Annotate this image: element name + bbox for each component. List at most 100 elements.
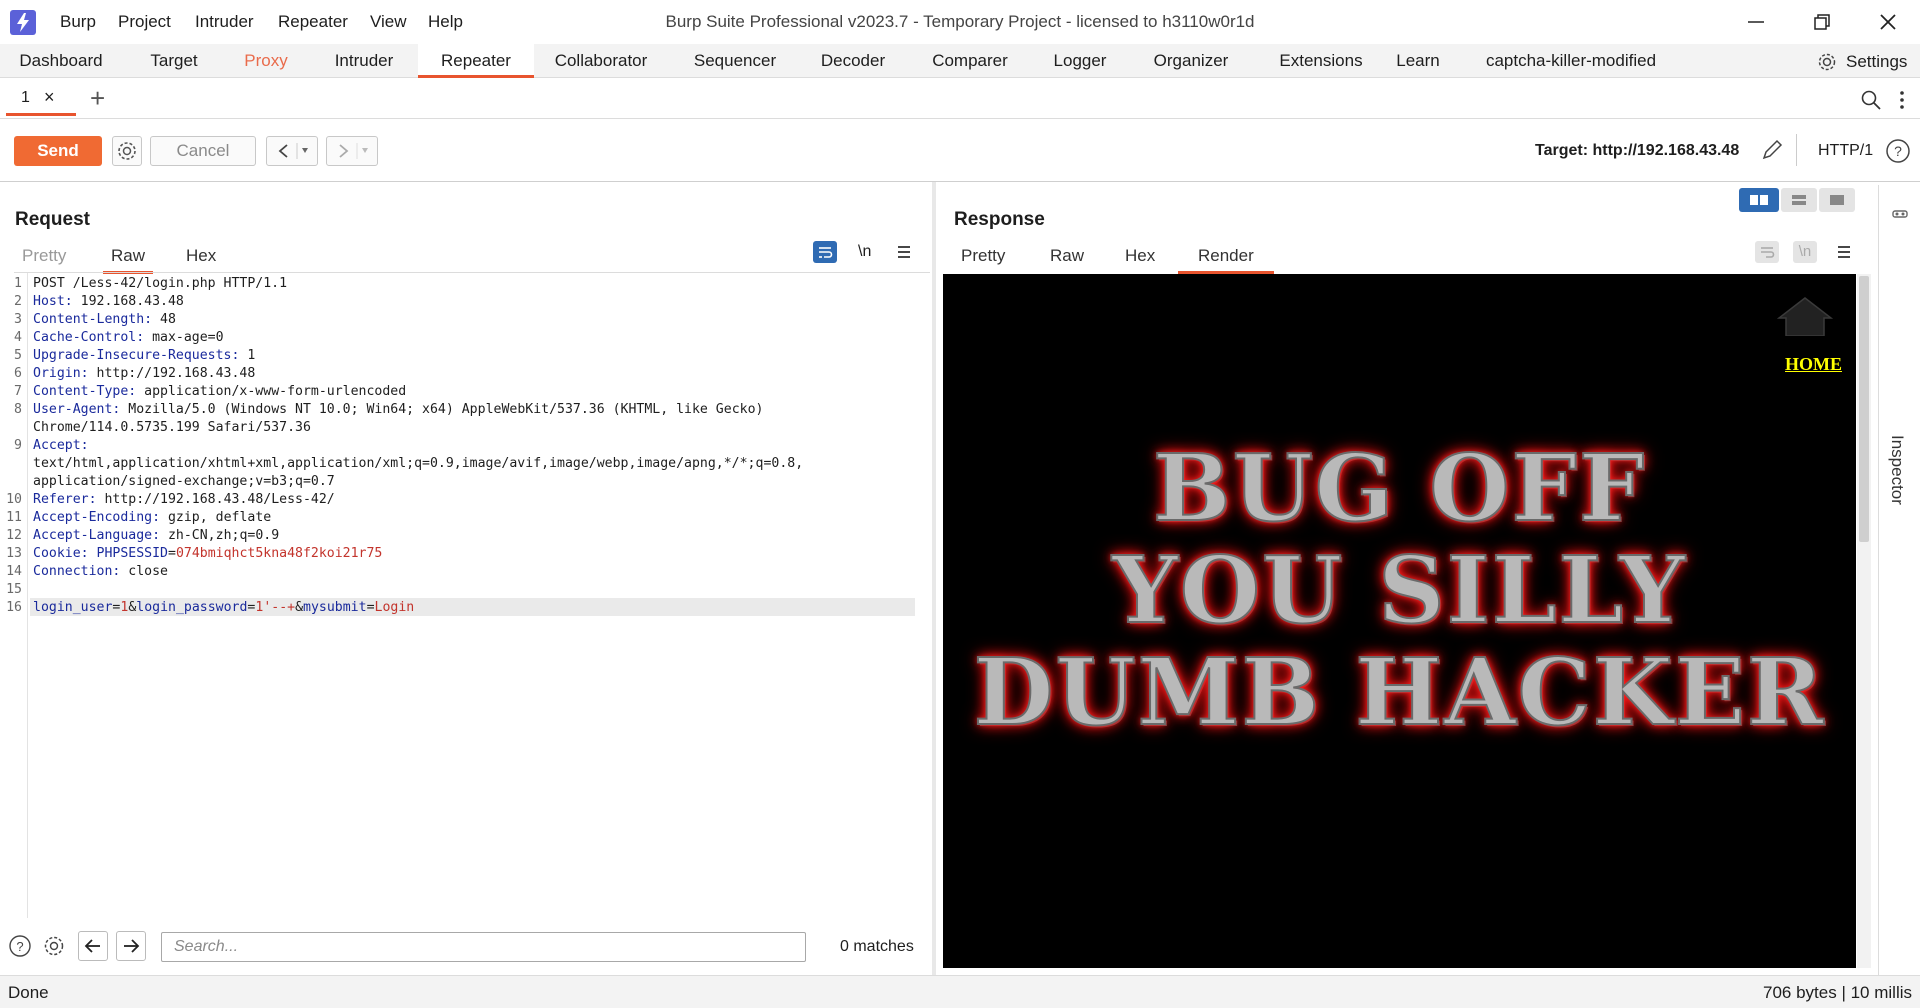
request-tab-hex[interactable]: Hex <box>186 246 216 266</box>
tab-decoder[interactable]: Decoder <box>812 44 894 78</box>
response-wrap-lines-icon[interactable] <box>1755 241 1779 263</box>
cancel-button[interactable]: Cancel <box>150 136 256 166</box>
newline-toggle[interactable]: \n <box>858 243 871 261</box>
header-key: Connection: <box>33 564 121 579</box>
line-number: 10 <box>6 492 22 507</box>
header-line: Cookie: PHPSESSID=074bmiqhct5kna48f2koi2… <box>33 546 382 561</box>
tab-comparer[interactable]: Comparer <box>922 44 1018 78</box>
header-key: Accept-Language: <box>33 528 161 543</box>
tab-collaborator[interactable]: Collaborator <box>544 44 658 78</box>
header-value: Mozilla/5.0 (Windows NT 10.0; Win64; x64… <box>120 402 764 417</box>
add-tab-icon[interactable]: + <box>90 83 105 114</box>
repeater-tab-bar: 1 × + <box>0 79 1920 119</box>
header-line: Cache-Control: max-age=0 <box>33 330 224 345</box>
tab-logger[interactable]: Logger <box>1040 44 1120 78</box>
header-line: Content-Type: application/x-www-form-url… <box>33 384 406 399</box>
header-value: 1 <box>239 348 256 363</box>
inspector-label[interactable]: Inspector <box>1887 435 1907 505</box>
tab-extensions[interactable]: Extensions <box>1266 44 1376 78</box>
tab-repeater[interactable]: Repeater <box>418 44 534 78</box>
header-continuation: Chrome/114.0.5735.199 Safari/537.36 <box>33 420 311 435</box>
tab-dashboard[interactable]: Dashboard <box>6 44 116 78</box>
settings-gear-icon[interactable] <box>1816 51 1838 73</box>
request-title: Request <box>15 209 90 230</box>
request-editor[interactable]: 1 2 3 4 5 6 7 8 9 10 11 12 13 14 15 16 P… <box>0 273 930 918</box>
render-scrollbar-thumb[interactable] <box>1859 276 1869 542</box>
response-tab-pretty[interactable]: Pretty <box>961 246 1005 266</box>
home-link[interactable]: HOME <box>1785 354 1842 375</box>
wrap-lines-icon[interactable] <box>813 241 837 263</box>
layout-stacked-icon[interactable] <box>1781 188 1817 212</box>
search-settings-gear-icon[interactable] <box>42 934 66 958</box>
response-menu-icon[interactable] <box>1836 244 1852 260</box>
inspector-sidebar[interactable]: Inspector <box>1878 185 1920 975</box>
search-icon[interactable] <box>1860 89 1882 111</box>
history-forward-button[interactable] <box>326 136 378 166</box>
layout-side-by-side-icon[interactable] <box>1739 188 1779 212</box>
history-back-button[interactable] <box>266 136 318 166</box>
line-number: 6 <box>14 366 22 381</box>
tab-captcha-killer-modified[interactable]: captcha-killer-modified <box>1476 44 1666 78</box>
repeater-tab-label: 1 <box>21 89 30 106</box>
response-newline-toggle[interactable]: \n <box>1793 241 1817 263</box>
svg-text:?: ? <box>1894 143 1902 159</box>
search-help-icon[interactable]: ? <box>8 934 32 958</box>
header-key: Referer: <box>33 492 97 507</box>
search-next-arrow-icon[interactable] <box>116 931 146 961</box>
close-window-icon[interactable] <box>1876 10 1900 34</box>
help-icon[interactable]: ? <box>1885 138 1911 164</box>
request-tab-pretty[interactable]: Pretty <box>22 246 66 266</box>
settings-label[interactable]: Settings <box>1846 52 1907 72</box>
line-number: 16 <box>6 600 22 615</box>
send-settings-gear-icon[interactable] <box>112 136 142 166</box>
restore-icon[interactable] <box>1810 10 1834 34</box>
search-previous-arrow-icon[interactable] <box>78 931 108 961</box>
toolbar-divider <box>1796 134 1797 166</box>
tab-organizer[interactable]: Organizer <box>1144 44 1238 78</box>
edit-target-pencil-icon[interactable] <box>1760 138 1784 162</box>
close-tab-icon[interactable]: × <box>44 87 55 108</box>
line-number: 14 <box>6 564 22 579</box>
header-line: Host: 192.168.43.48 <box>33 294 184 309</box>
inspector-icon[interactable] <box>1891 205 1909 223</box>
header-line: Content-Length: 48 <box>33 312 176 327</box>
line-number: 1 <box>14 276 22 291</box>
line-number: 9 <box>14 438 22 453</box>
tab-proxy[interactable]: Proxy <box>226 44 306 78</box>
search-input[interactable]: Search... <box>161 932 806 962</box>
line-number: 3 <box>14 312 22 327</box>
header-value: close <box>120 564 168 579</box>
response-tab-hex[interactable]: Hex <box>1125 246 1155 266</box>
tab-learn[interactable]: Learn <box>1390 44 1446 78</box>
param-value: 1'--+ <box>255 600 296 615</box>
request-menu-icon[interactable] <box>896 244 912 260</box>
tab-sequencer[interactable]: Sequencer <box>680 44 790 78</box>
tab-intruder[interactable]: Intruder <box>318 44 410 78</box>
render-scrollbar[interactable] <box>1857 274 1871 968</box>
request-search-bar: ? Search... 0 matches <box>0 920 932 970</box>
tab-target[interactable]: Target <box>130 44 218 78</box>
more-options-icon[interactable] <box>1898 89 1906 111</box>
response-tab-render[interactable]: Render <box>1178 246 1274 274</box>
home-house-icon[interactable] <box>1776 296 1834 337</box>
header-continuation: application/signed-exchange;v=b3;q=0.7 <box>33 474 335 489</box>
line-number: 5 <box>14 348 22 363</box>
param-eq: = <box>366 600 375 615</box>
target-label: Target: http://192.168.43.48 <box>1535 142 1740 159</box>
repeater-tab-1[interactable]: 1 × <box>6 84 76 116</box>
layout-tabs-icon[interactable] <box>1819 188 1855 212</box>
request-tab-raw[interactable]: Raw <box>103 246 154 274</box>
main-tab-bar: Dashboard Target Proxy Intruder Repeater… <box>0 44 1920 78</box>
window-title: Burp Suite Professional v2023.7 - Tempor… <box>665 12 1255 31</box>
header-key: Cookie: <box>33 546 89 561</box>
response-tab-raw[interactable]: Raw <box>1050 246 1084 266</box>
param-value: Login <box>374 600 415 615</box>
header-key: Content-Type: <box>33 384 137 399</box>
http-version-toggle[interactable]: HTTP/1 <box>1818 142 1873 160</box>
line-number: 11 <box>6 510 22 525</box>
header-value: application/x-www-form-urlencoded <box>136 384 407 399</box>
minimize-icon[interactable] <box>1744 10 1768 34</box>
pane-splitter[interactable] <box>932 182 936 975</box>
header-line: Accept-Encoding: gzip, deflate <box>33 510 271 525</box>
send-button[interactable]: Send <box>14 136 102 166</box>
